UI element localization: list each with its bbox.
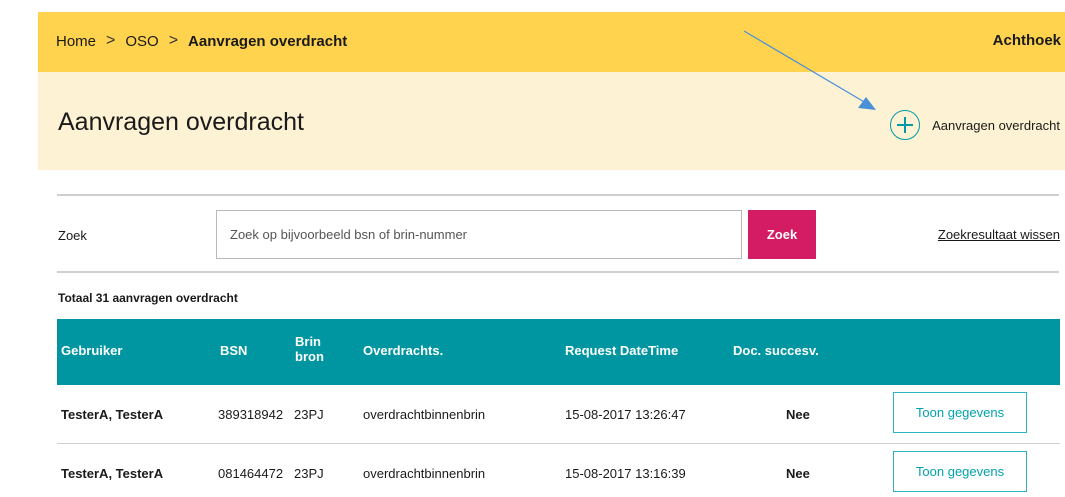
breadcrumb-separator-icon: >: [168, 32, 179, 49]
cell-gebruiker: TesterA, TesterA: [61, 466, 164, 481]
table-row: TesterA, TesterA 081464472 23PJ overdrac…: [57, 444, 1060, 497]
show-details-button[interactable]: Toon gegevens: [893, 392, 1027, 433]
column-request-datetime[interactable]: Request DateTime: [565, 343, 678, 358]
page-header: Aanvragen overdracht Aanvragen overdrach…: [38, 72, 1065, 170]
search-button[interactable]: Zoek: [748, 210, 816, 259]
results-total: Totaal 31 aanvragen overdracht: [58, 291, 238, 305]
cell-overdrachts: overdrachtbinnenbrin: [363, 407, 486, 422]
cell-request-datetime: 15-08-2017 13:26:47: [565, 407, 686, 422]
add-request-label[interactable]: Aanvragen overdracht: [932, 118, 1060, 133]
page-title: Aanvragen overdracht: [58, 108, 304, 136]
cell-brin: 23PJ: [294, 466, 324, 481]
column-gebruiker[interactable]: Gebruiker: [61, 343, 122, 358]
column-brin[interactable]: Brin bron: [295, 334, 324, 364]
breadcrumb-current: Aanvragen overdracht: [188, 32, 348, 50]
cell-gebruiker: TesterA, TesterA: [61, 407, 164, 422]
cell-brin: 23PJ: [294, 407, 324, 422]
cell-bsn: 081464472: [218, 466, 284, 481]
column-bsn[interactable]: BSN: [220, 343, 247, 358]
cell-doc-succesv: Nee: [786, 407, 810, 422]
plus-circle-icon[interactable]: [890, 110, 921, 140]
breadcrumb-separator-icon: >: [106, 32, 116, 49]
divider: [57, 271, 1059, 273]
table-header: Gebruiker BSN Brin bron Overdrachts. Req…: [57, 319, 1060, 385]
cell-request-datetime: 15-08-2017 13:16:39: [565, 466, 686, 481]
divider: [57, 194, 1059, 196]
breadcrumb: Home > OSO > Aanvragen overdracht: [56, 32, 347, 50]
cell-overdrachts: overdrachtbinnenbrin: [363, 466, 486, 481]
column-doc-succesv[interactable]: Doc. succesv.: [733, 343, 819, 358]
cell-bsn: 389318942: [218, 407, 284, 422]
column-overdrachts[interactable]: Overdrachts.: [363, 343, 443, 358]
column-brin-line1: Brin: [295, 334, 321, 349]
add-request-button[interactable]: Aanvragen overdracht: [890, 110, 1060, 140]
search-label: Zoek: [58, 228, 87, 243]
top-bar: Home > OSO > Aanvragen overdracht Achtho…: [38, 12, 1065, 72]
breadcrumb-oso[interactable]: OSO: [125, 33, 158, 50]
show-details-button[interactable]: Toon gegevens: [893, 451, 1027, 492]
column-brin-line2: bron: [295, 349, 324, 364]
search-input[interactable]: [216, 210, 742, 259]
table-row: TesterA, TesterA 389318942 23PJ overdrac…: [57, 385, 1060, 444]
cell-doc-succesv: Nee: [786, 466, 810, 481]
user-name[interactable]: Achthoek: [993, 32, 1061, 49]
breadcrumb-home[interactable]: Home: [56, 33, 96, 50]
clear-search-link[interactable]: Zoekresultaat wissen: [938, 227, 1060, 242]
